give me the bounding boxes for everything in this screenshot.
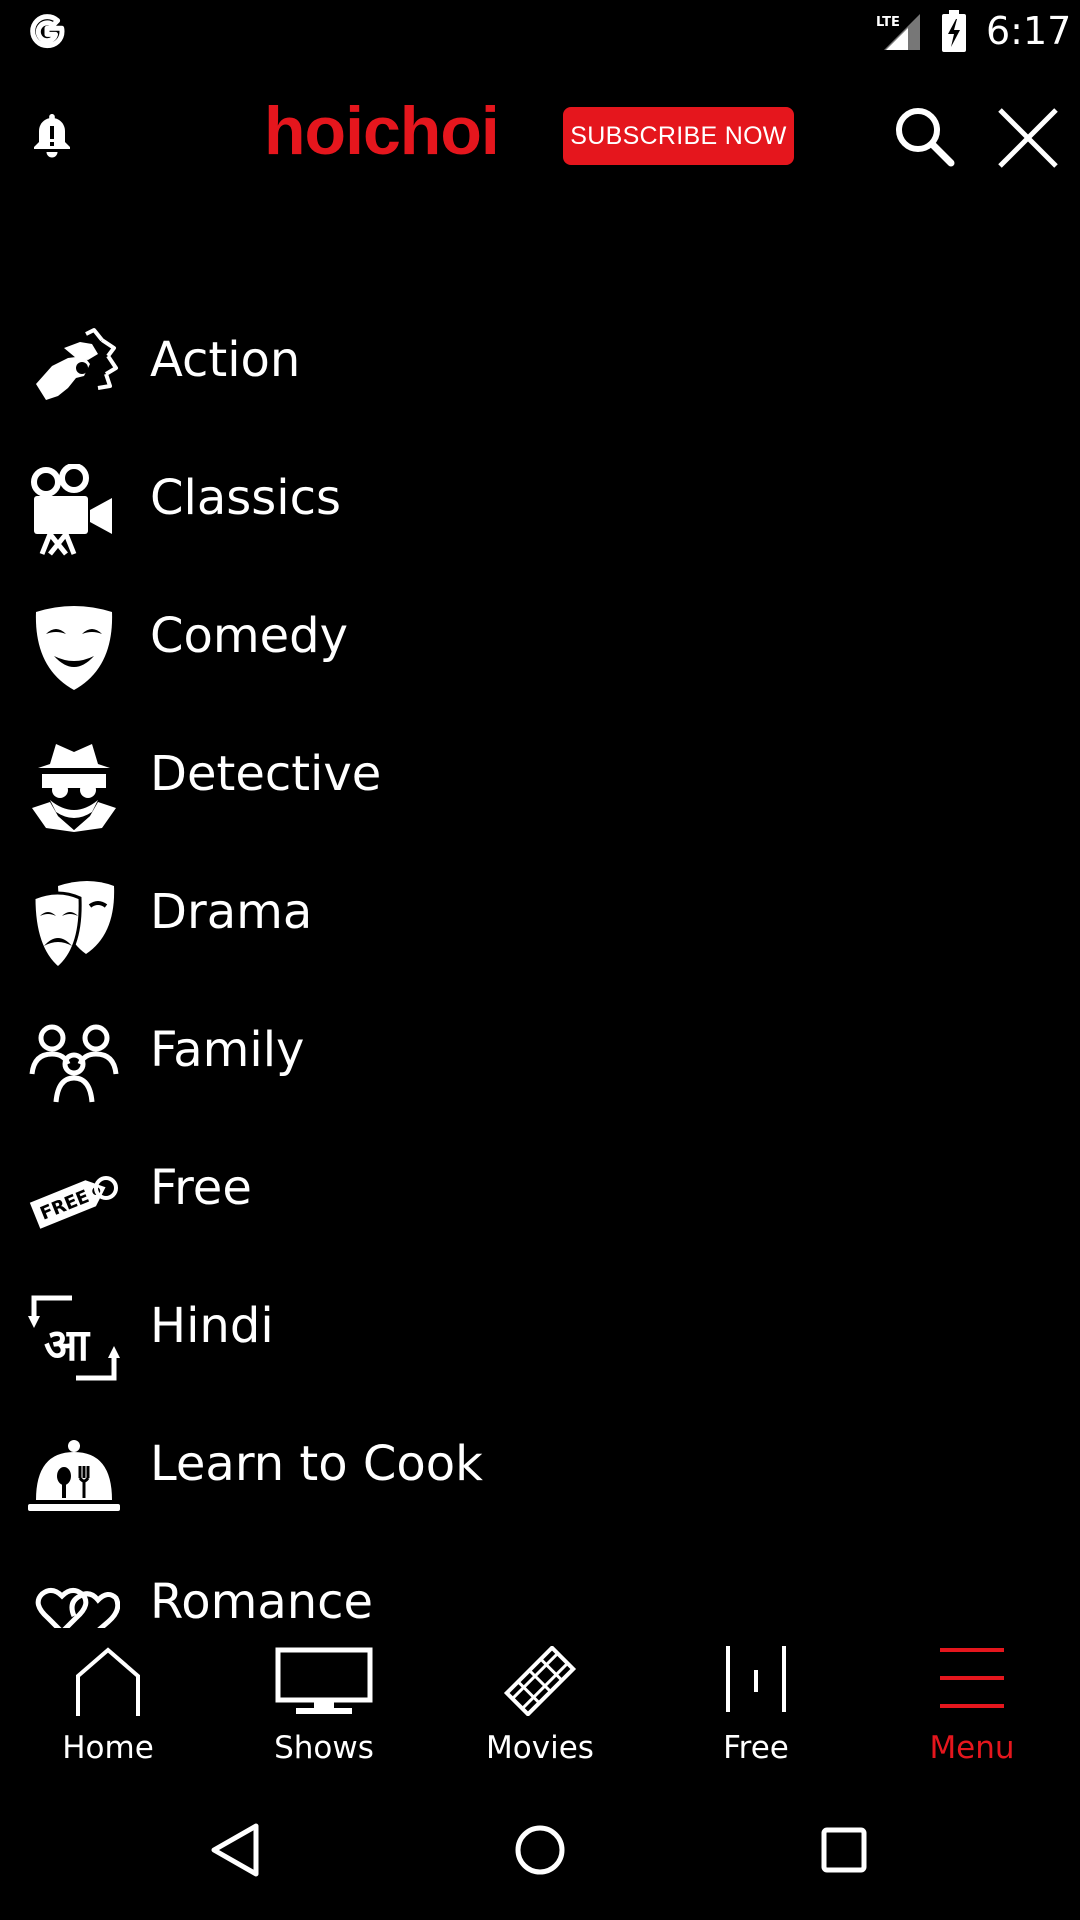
lte-label: LTE bbox=[876, 15, 900, 30]
menu-item-label: Comedy bbox=[150, 608, 349, 664]
menu-item-learn-to-cook[interactable]: Learn to Cook bbox=[0, 1404, 1080, 1542]
family-icon bbox=[29, 1024, 119, 1103]
cloche-icon bbox=[28, 1440, 120, 1511]
free-bars-icon bbox=[726, 1646, 786, 1712]
free-tag-icon: FREE bbox=[29, 1176, 118, 1229]
movie-camera-icon bbox=[31, 464, 112, 556]
menu-item-drama[interactable]: Drama bbox=[0, 852, 1080, 990]
search-icon[interactable] bbox=[890, 102, 958, 170]
logo-text: hoichoi bbox=[264, 93, 499, 169]
menu-item-classics[interactable]: Classics bbox=[0, 438, 1080, 576]
hindi-language-icon: आ bbox=[28, 1295, 120, 1381]
menu-icon bbox=[940, 1648, 1004, 1708]
fist-icon bbox=[36, 328, 118, 400]
home-icon bbox=[76, 1647, 140, 1716]
clock: 6:17 bbox=[986, 9, 1072, 53]
battery-charging-icon bbox=[942, 10, 966, 52]
menu-item-label: Classics bbox=[150, 470, 342, 526]
menu-item-label: Detective bbox=[150, 746, 382, 802]
menu-item-label: Family bbox=[150, 1022, 305, 1078]
nav-menu[interactable]: Menu bbox=[864, 1628, 1080, 1780]
menu-item-romance[interactable]: Romance bbox=[0, 1542, 1080, 1628]
menu-item-family[interactable]: Family bbox=[0, 990, 1080, 1128]
menu-item-label: Learn to Cook bbox=[150, 1436, 483, 1492]
menu-item-label: Romance bbox=[150, 1574, 374, 1628]
nav-label: Shows bbox=[274, 1730, 374, 1766]
tv-icon bbox=[275, 1647, 373, 1714]
status-bar: LTE 6:17 bbox=[0, 0, 1080, 64]
menu-item-label: Drama bbox=[150, 884, 313, 940]
menu-item-action[interactable]: Action bbox=[0, 300, 1080, 438]
back-icon[interactable] bbox=[196, 1810, 276, 1890]
menu-item-label: Hindi bbox=[150, 1298, 274, 1354]
google-g-icon bbox=[30, 14, 65, 49]
menu-item-free[interactable]: FREE Free bbox=[0, 1128, 1080, 1266]
notification-bell-icon[interactable] bbox=[30, 110, 74, 162]
nav-label: Movies bbox=[486, 1730, 594, 1766]
nav-home[interactable]: Home bbox=[0, 1628, 216, 1780]
nav-shows[interactable]: Shows bbox=[216, 1628, 432, 1780]
hearts-icon bbox=[35, 1588, 120, 1628]
nav-label: Menu bbox=[929, 1730, 1015, 1766]
app-header: hoichoi SUBSCRIBE NOW bbox=[0, 80, 1080, 192]
menu-item-hindi[interactable]: आ Hindi bbox=[0, 1266, 1080, 1404]
hindi-glyph: आ bbox=[44, 1320, 91, 1371]
subscribe-now-button[interactable]: SUBSCRIBE NOW bbox=[563, 107, 794, 165]
menu-item-label: Action bbox=[150, 332, 301, 388]
hoichoi-logo: hoichoi bbox=[264, 93, 500, 169]
menu-item-label: Free bbox=[150, 1160, 252, 1216]
system-navigation-bar bbox=[0, 1780, 1080, 1920]
nav-label: Free bbox=[723, 1730, 789, 1766]
detective-icon bbox=[32, 744, 116, 832]
close-icon[interactable] bbox=[992, 102, 1064, 174]
screen: LTE 6:17 hoichoi SUBSCRIBE NOW Action Cl… bbox=[0, 0, 1080, 1920]
drama-masks-icon bbox=[32, 881, 115, 970]
nav-label: Home bbox=[62, 1730, 154, 1766]
nav-movies[interactable]: Movies bbox=[432, 1628, 648, 1780]
lte-signal-icon: LTE bbox=[876, 14, 920, 50]
nav-free[interactable]: Free bbox=[648, 1628, 864, 1780]
home-circle-icon[interactable] bbox=[500, 1810, 580, 1890]
bottom-navigation: Home Shows Movies Free Menu bbox=[0, 1628, 1080, 1780]
recents-icon[interactable] bbox=[804, 1810, 884, 1890]
genre-menu-list[interactable]: Action Classics Comedy Detective Drama F… bbox=[0, 300, 1080, 1628]
menu-item-detective[interactable]: Detective bbox=[0, 714, 1080, 852]
film-strip-icon bbox=[503, 1646, 577, 1716]
comedy-mask-icon bbox=[35, 606, 113, 690]
menu-item-comedy[interactable]: Comedy bbox=[0, 576, 1080, 714]
